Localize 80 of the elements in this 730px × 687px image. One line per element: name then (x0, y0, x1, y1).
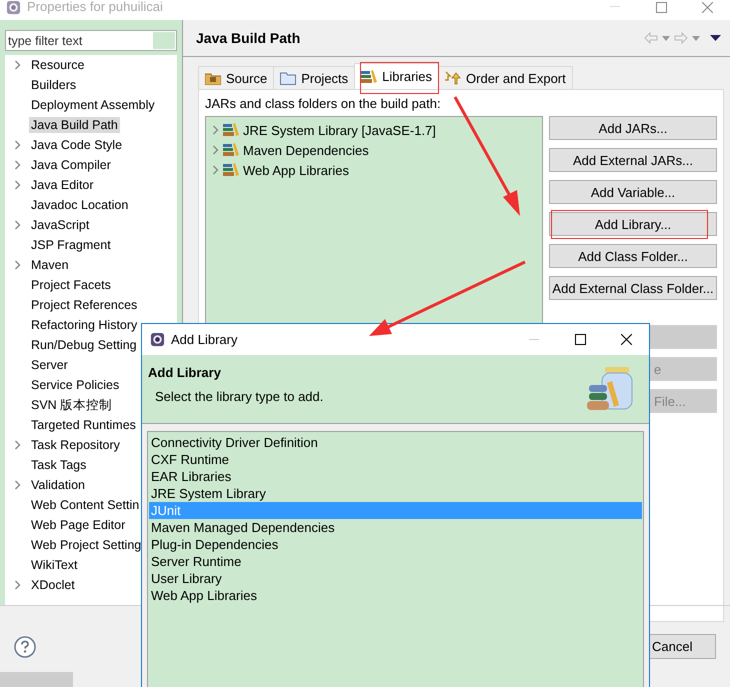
category-item[interactable]: Web Page Editor (29, 517, 128, 533)
swap-arrows-icon (445, 71, 462, 85)
close-icon[interactable] (620, 334, 632, 345)
category-item[interactable]: SVN 版本控制 (29, 396, 114, 414)
page-title: Java Build Path (196, 30, 300, 46)
category-item[interactable]: Resource (29, 57, 86, 73)
library-type-item[interactable]: EAR Libraries (149, 468, 642, 485)
category-item[interactable]: Validation (29, 477, 87, 493)
books-icon (361, 70, 378, 84)
section-label: JARs and class folders on the build path: (205, 96, 442, 111)
maximize-icon[interactable] (574, 334, 586, 345)
action-button[interactable]: Add JARs... (549, 116, 717, 140)
dialog-heading: Add Library (148, 365, 222, 380)
category-item[interactable]: XDoclet (29, 577, 77, 593)
books-icon (223, 123, 239, 137)
filter-field[interactable]: type filter text (6, 34, 153, 48)
chevron-icon[interactable] (14, 60, 20, 70)
action-button[interactable]: Add Class Folder... (549, 244, 717, 268)
gear-icon (6, 0, 21, 15)
caret-icon[interactable] (662, 36, 670, 40)
category-item[interactable]: Task Tags (29, 457, 88, 473)
action-button[interactable]: Add Library... (549, 212, 717, 236)
category-item[interactable]: Server (29, 357, 70, 373)
scrollbar-thumb[interactable] (0, 672, 73, 687)
library-type-item[interactable]: User Library (149, 570, 642, 587)
jar-icon (587, 365, 635, 413)
library-type-item[interactable]: CXF Runtime (149, 451, 642, 468)
library-item[interactable]: Web App Libraries (243, 162, 349, 178)
chevron-icon[interactable] (14, 480, 20, 490)
books-icon (223, 163, 239, 177)
library-item[interactable]: Maven Dependencies (243, 142, 369, 158)
tab[interactable]: Order and Export (438, 66, 573, 89)
category-item[interactable]: Task Repository (29, 437, 122, 453)
action-button[interactable]: Add External Class Folder... (549, 276, 717, 300)
menu-caret-icon[interactable] (710, 35, 721, 41)
category-item[interactable]: Java Editor (29, 177, 96, 193)
category-item[interactable]: Service Policies (29, 377, 122, 393)
category-item[interactable]: Run/Debug Setting (29, 337, 139, 353)
library-type-item[interactable]: Plug-in Dependencies (149, 536, 642, 553)
category-item[interactable]: Javadoc Location (29, 197, 130, 213)
library-type-item[interactable]: Web App Libraries (149, 587, 642, 604)
action-button[interactable]: Add Variable... (549, 180, 717, 204)
category-item[interactable]: Deployment Assembly (29, 97, 157, 113)
library-type-item[interactable]: Maven Managed Dependencies (149, 519, 642, 536)
category-item[interactable]: JavaScript (29, 217, 92, 233)
tab[interactable]: Libraries (354, 63, 440, 89)
category-item[interactable]: Targeted Runtimes (29, 417, 138, 433)
library-item[interactable]: JRE System Library [JavaSE-1.7] (243, 122, 436, 138)
category-item[interactable]: Java Build Path (29, 117, 120, 133)
package-folder-icon (205, 72, 221, 84)
category-item[interactable]: Refactoring History (29, 317, 140, 333)
category-item[interactable]: Builders (29, 77, 78, 93)
books-icon (223, 143, 239, 157)
category-item[interactable]: JSP Fragment (29, 237, 113, 253)
category-item[interactable]: WikiText (29, 557, 80, 573)
category-item[interactable]: Project References (29, 297, 140, 313)
category-item[interactable]: Java Code Style (29, 137, 124, 153)
chevron-icon[interactable] (14, 440, 20, 450)
action-button[interactable]: Add External JARs... (549, 148, 717, 172)
tab[interactable]: Projects (273, 66, 356, 89)
dialog-description: Select the library type to add. (154, 389, 324, 404)
window-title: Properties for puhuilicai (27, 0, 163, 14)
tab[interactable]: Source (198, 66, 274, 89)
chevron-icon[interactable] (14, 580, 20, 590)
filter-box[interactable]: type filter text (5, 30, 177, 51)
help-icon[interactable] (14, 636, 36, 658)
library-type-item[interactable]: Server Runtime (149, 553, 642, 570)
library-type-item[interactable]: Connectivity Driver Definition (149, 434, 642, 451)
chevron-icon[interactable] (14, 260, 20, 270)
dialog-title: Add Library (171, 332, 238, 347)
library-type-item[interactable]: JRE System Library (149, 485, 642, 502)
category-item[interactable]: Project Facets (29, 277, 113, 293)
category-item[interactable]: Java Compiler (29, 157, 113, 173)
caret-icon[interactable] (692, 36, 700, 40)
category-item[interactable]: Maven (29, 257, 71, 273)
chevron-icon[interactable] (14, 220, 20, 230)
folder-icon (280, 72, 296, 84)
gear-icon (150, 332, 165, 347)
category-item[interactable]: Web Content Settin (29, 497, 142, 513)
category-item[interactable]: Web Project Setting (29, 537, 144, 553)
